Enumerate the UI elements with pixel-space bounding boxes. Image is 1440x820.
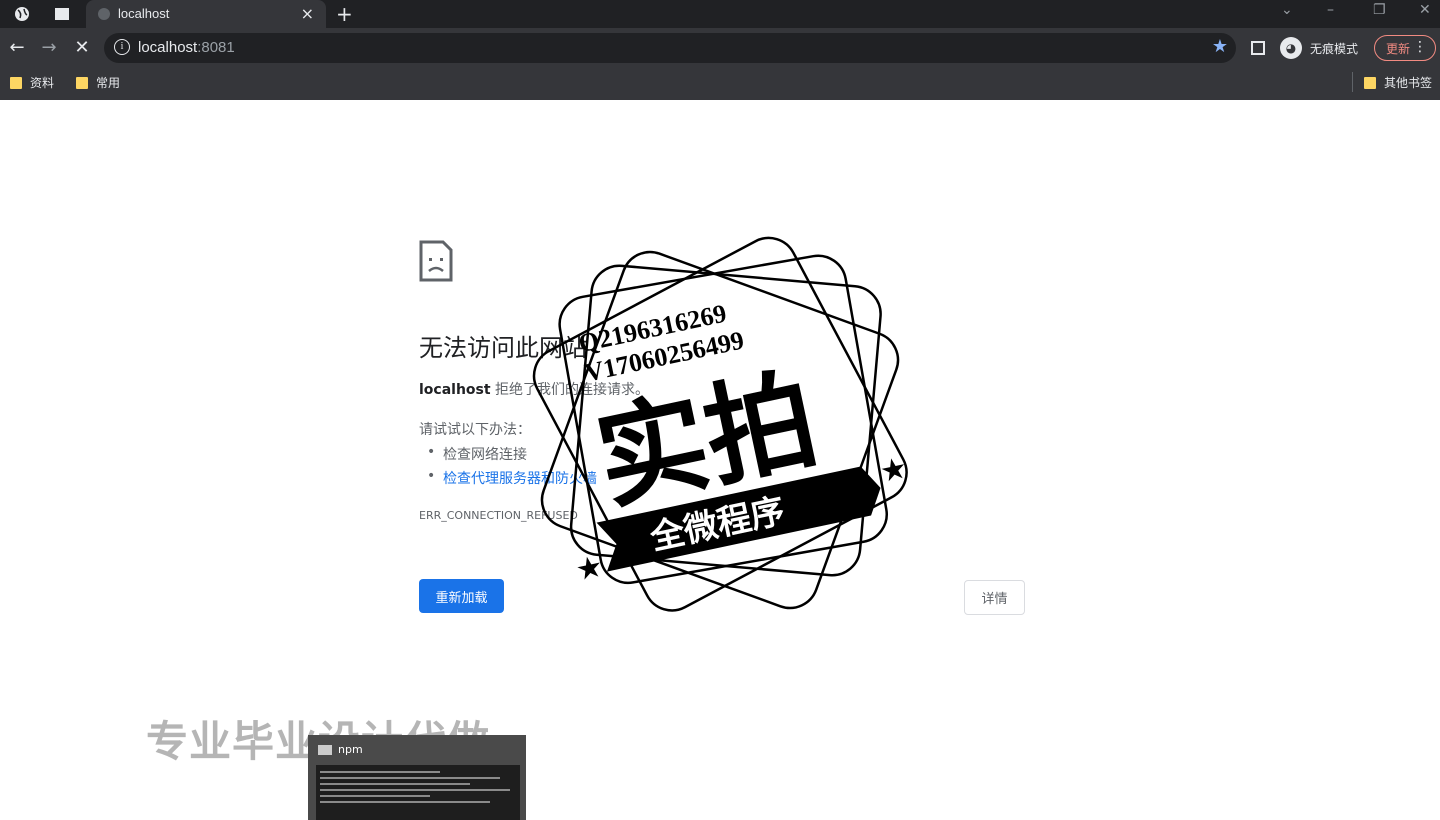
- page-favicon-icon: [98, 8, 110, 20]
- site-info-icon[interactable]: i: [114, 39, 130, 55]
- side-panel-icon[interactable]: [1251, 41, 1265, 55]
- try-label: 请试试以下办法：: [419, 422, 531, 438]
- minimize-icon[interactable]: –: [1327, 2, 1334, 18]
- tab-search-icon[interactable]: [52, 4, 72, 24]
- suggestion-check-network: 检查网络连接: [427, 444, 527, 464]
- folder-icon: [76, 76, 88, 89]
- tab-close-icon[interactable]: ×: [301, 4, 314, 23]
- incognito-indicator[interactable]: ◕ 无痕模式: [1280, 37, 1358, 59]
- tab-localhost[interactable]: localhost ×: [86, 0, 326, 28]
- sad-page-icon: [419, 240, 453, 282]
- details-button[interactable]: 详情: [964, 580, 1025, 615]
- other-bookmarks-label: 其他书签: [1384, 76, 1433, 90]
- taskbar-thumbnail[interactable]: npm: [308, 735, 526, 820]
- back-arrow-icon[interactable]: ←: [6, 36, 28, 58]
- url-text: localhost:8081: [138, 39, 235, 56]
- tab-list-chevron-icon[interactable]: ⌄: [1281, 2, 1293, 18]
- bookmark-label: 资料: [30, 76, 55, 90]
- thumbnail-title: npm: [338, 743, 363, 756]
- bookmark-folder-changyong[interactable]: 常用: [76, 74, 120, 91]
- terminal-preview: [316, 765, 520, 820]
- address-bar[interactable]: i localhost:8081 ★: [104, 33, 1236, 63]
- tab-strip: localhost × + ⌄ – ❐ ✕: [0, 0, 1440, 28]
- bookmark-label: 常用: [96, 76, 121, 90]
- incognito-icon: ◕: [1280, 37, 1302, 59]
- stop-loading-icon[interactable]: ✕: [71, 36, 93, 58]
- update-button[interactable]: 更新 ⋮: [1374, 35, 1436, 61]
- bookmarks-bar: 资料 常用 其他书签: [0, 68, 1440, 96]
- new-tab-icon[interactable]: +: [336, 2, 353, 26]
- restore-icon[interactable]: ❐: [1373, 2, 1386, 18]
- folder-icon: [10, 76, 22, 89]
- incognito-label: 无痕模式: [1310, 41, 1359, 56]
- reload-button[interactable]: 重新加载: [419, 579, 504, 613]
- globe-icon[interactable]: [12, 4, 32, 24]
- terminal-icon: [318, 745, 332, 755]
- bookmark-star-icon[interactable]: ★: [1212, 36, 1228, 57]
- bookmark-folder-ziliao[interactable]: 资料: [10, 74, 54, 91]
- forward-arrow-icon[interactable]: →: [38, 36, 60, 58]
- bookmarks-divider: [1352, 72, 1353, 92]
- other-bookmarks[interactable]: 其他书签: [1364, 74, 1432, 91]
- close-window-icon[interactable]: ✕: [1419, 2, 1431, 18]
- browser-chrome: localhost × + ⌄ – ❐ ✕ ← → ✕ i localhost:…: [0, 0, 1440, 100]
- watermark-stamp: Q2196316269 V17060256499 实拍 全微程序 ★ ★: [532, 236, 911, 612]
- update-label: 更新: [1386, 41, 1411, 56]
- toolbar: ← → ✕ i localhost:8081 ★ ◕ 无痕模式 更新 ⋮: [0, 28, 1440, 68]
- tab-title: localhost: [118, 6, 170, 21]
- star-icon: ★: [877, 450, 911, 490]
- menu-dots-icon[interactable]: ⋮: [1413, 39, 1427, 55]
- folder-icon: [1364, 76, 1376, 89]
